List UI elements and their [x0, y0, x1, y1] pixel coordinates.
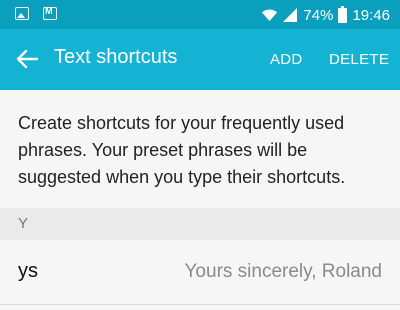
status-indicators: 74% 19:46	[261, 5, 390, 25]
signal-icon	[283, 8, 298, 22]
delete-button[interactable]: DELETE	[329, 51, 389, 68]
wifi-icon	[262, 9, 278, 21]
mail-notification-icon	[43, 6, 58, 20]
section-header: Y	[0, 208, 400, 240]
add-button[interactable]: ADD	[270, 51, 303, 68]
clock: 19:46	[352, 6, 390, 24]
battery-percent: 74%	[303, 6, 334, 24]
shortcut-text: ys	[18, 260, 38, 282]
app-bar: Text shortcuts ADD DELETE	[0, 29, 400, 90]
battery-icon	[338, 5, 348, 23]
page-title: Text shortcuts	[54, 46, 178, 68]
notification-icons	[15, 6, 66, 23]
shortcut-list-item[interactable]: ys Yours sincerely, Roland	[0, 240, 400, 305]
status-bar: 74% 19:46	[0, 0, 400, 29]
image-notification-icon	[15, 7, 29, 20]
back-arrow-icon[interactable]	[16, 49, 38, 69]
phrase-text: Yours sincerely, Roland	[184, 261, 383, 282]
description-text: Create shortcuts for your frequently use…	[18, 113, 346, 187]
section-header-label: Y	[18, 215, 29, 232]
